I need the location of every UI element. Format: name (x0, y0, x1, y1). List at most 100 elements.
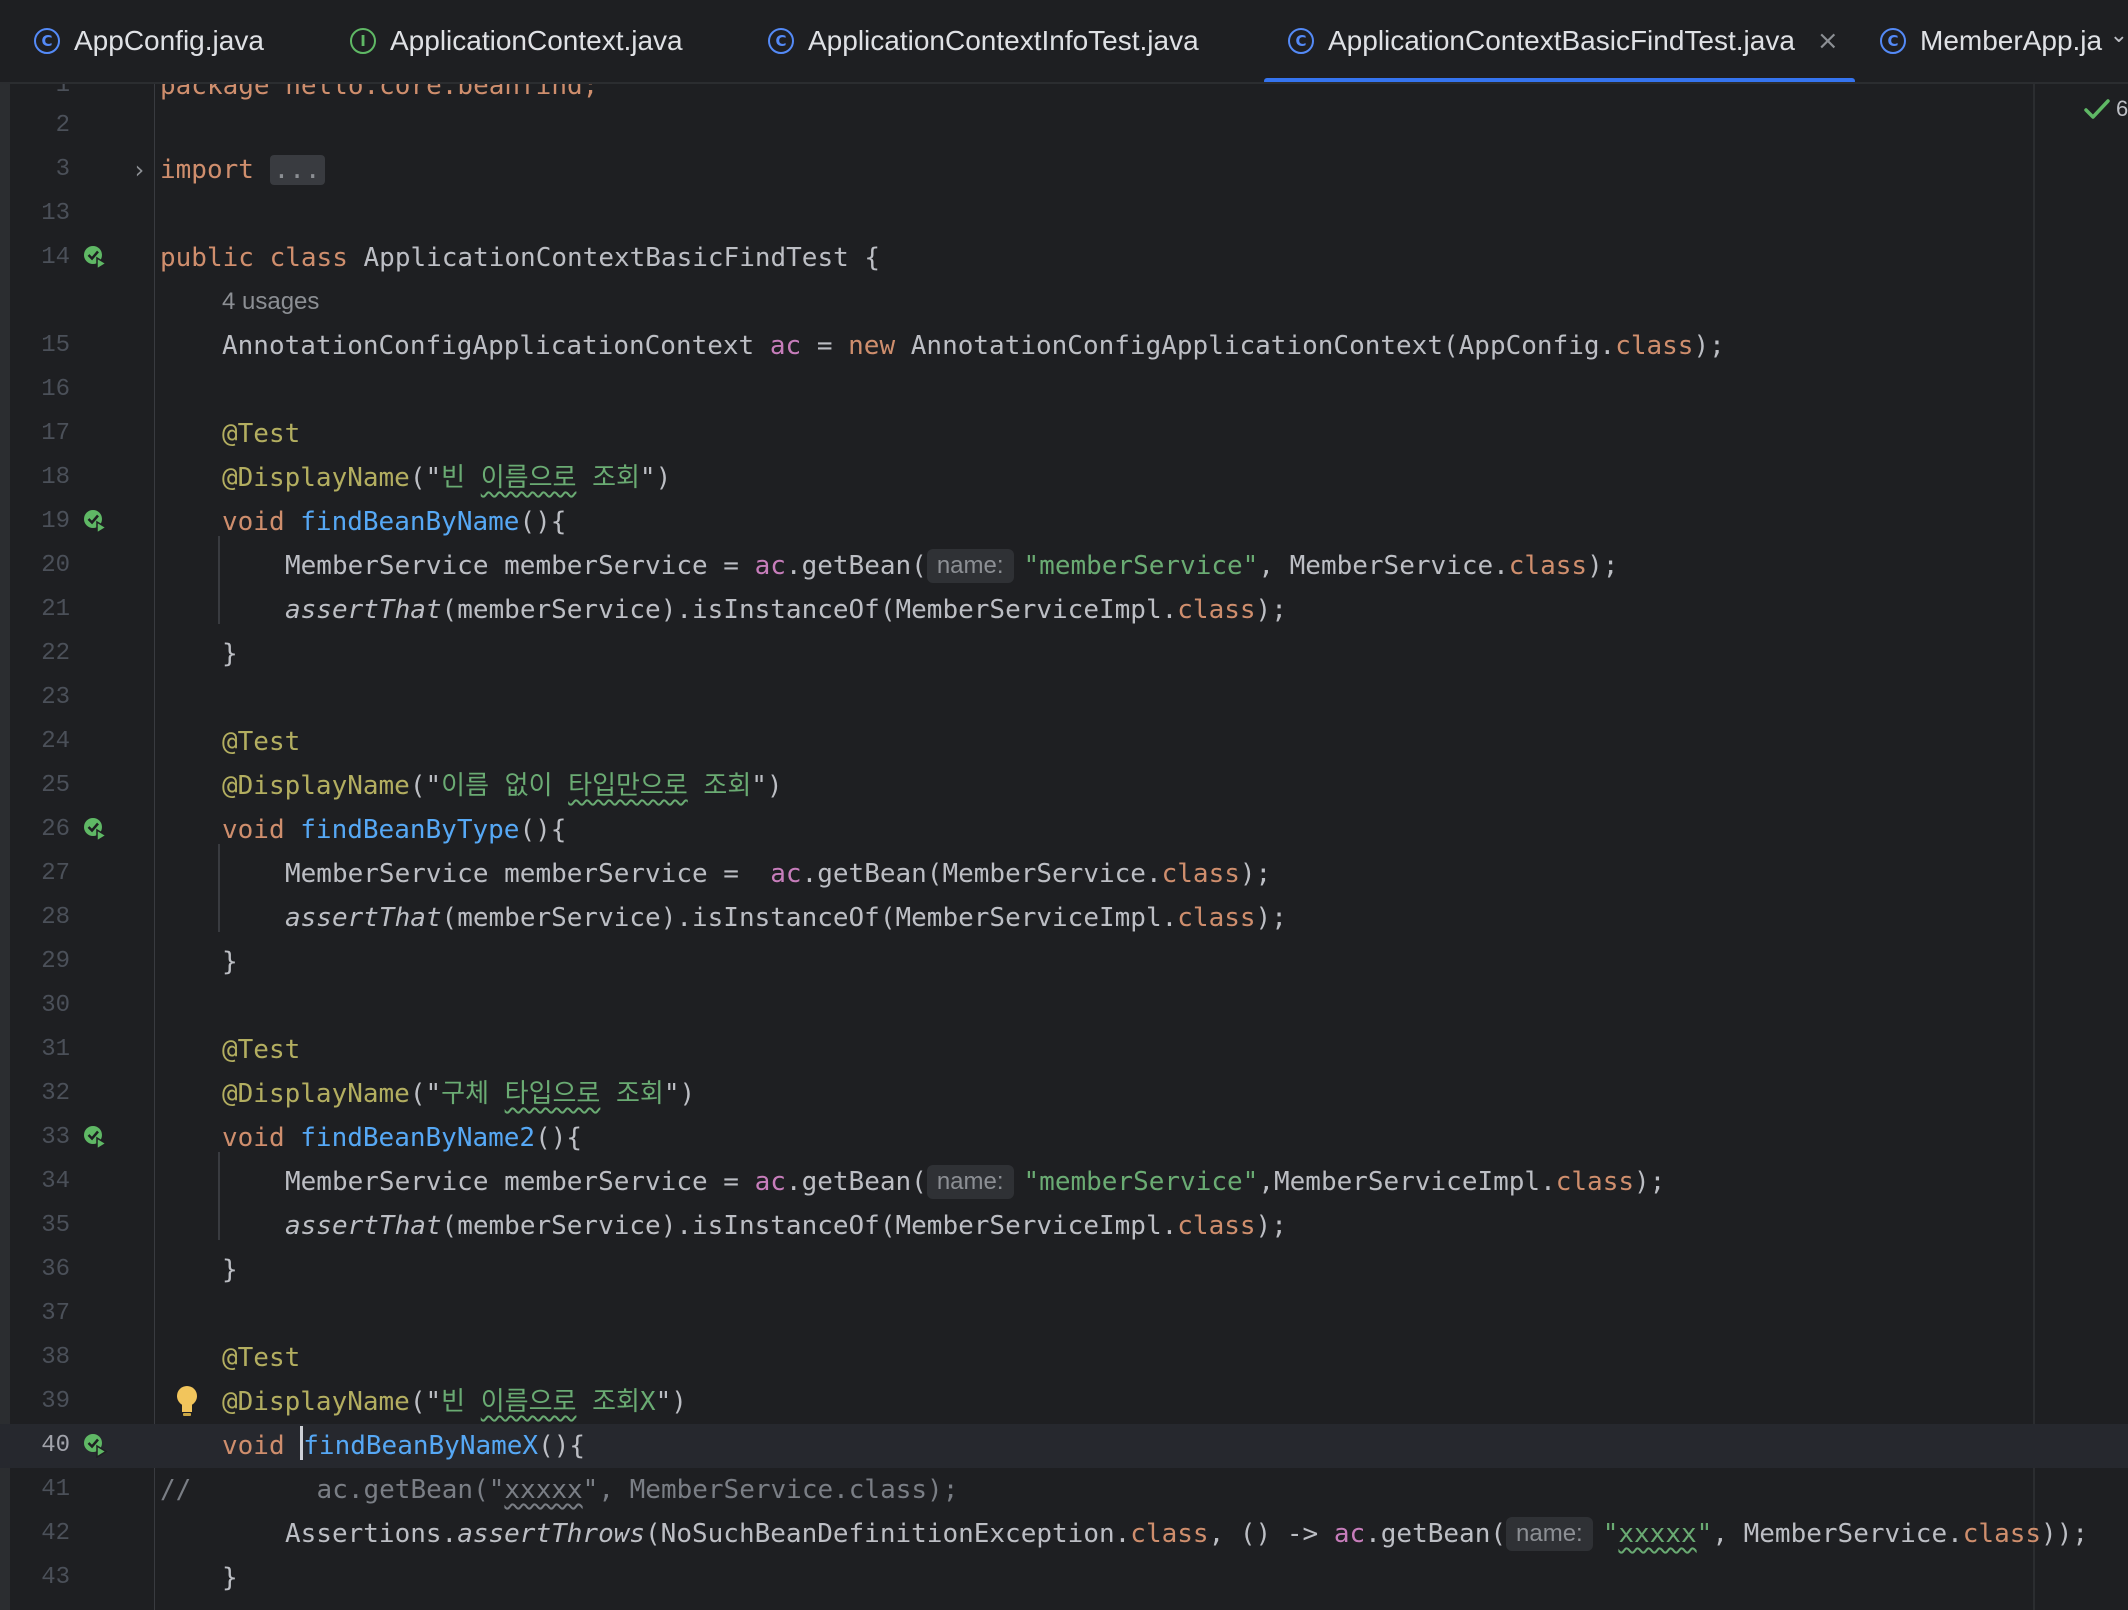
folded-imports[interactable]: ... (269, 155, 325, 185)
code-line[interactable]: 23 (0, 676, 2128, 720)
static-call: assertThat (285, 1211, 442, 1241)
string: 조회X (576, 1387, 656, 1417)
code-line[interactable]: 18 @DisplayName("빈 이름으로 조회") (0, 456, 2128, 500)
code-line[interactable]: 43 } (0, 1556, 2128, 1600)
code-line[interactable]: 30 (0, 984, 2128, 1028)
code-line[interactable]: 15 AnnotationConfigApplicationContext ac… (0, 324, 2128, 368)
code-line[interactable]: 28 assertThat(memberService).isInstanceO… (0, 896, 2128, 940)
code-line[interactable]: 27 MemberService memberService = ac.getB… (0, 852, 2128, 896)
test-annotation: @Test (222, 727, 301, 757)
code-line[interactable]: 38 @Test (0, 1336, 2128, 1380)
code-line[interactable]: 17 @Test (0, 412, 2128, 456)
field-ac: ac (1333, 1519, 1366, 1549)
run-test-icon[interactable] (82, 244, 108, 270)
string-typo: 타입으로 (504, 1079, 601, 1109)
run-test-icon[interactable] (82, 1432, 108, 1458)
static-call: assertThat (285, 903, 442, 933)
string: 빈 (441, 1387, 481, 1417)
code-line[interactable]: 24 @Test (0, 720, 2128, 764)
code-line[interactable]: 42 Assertions.assertThrows(NoSuchBeanDef… (0, 1512, 2128, 1556)
annotation: @DisplayName (222, 1079, 410, 1109)
editor-tab-bar: C AppConfig.java I ApplicationContext.ja… (0, 0, 2128, 84)
tab-applicationcontextbasicfindtest[interactable]: C ApplicationContextBasicFindTest.java × (1264, 0, 1855, 82)
code-line[interactable]: 35 assertThat(memberService).isInstanceO… (0, 1204, 2128, 1248)
code-line[interactable]: 2 (0, 104, 2128, 148)
code-line[interactable]: 25 @DisplayName("이름 없이 타입만으로 조회") (0, 764, 2128, 808)
code-line[interactable]: 14 public class ApplicationContextBasicF… (0, 236, 2128, 280)
class-name: ApplicationContextBasicFindTest (363, 243, 849, 273)
field-ac: ac (754, 1167, 786, 1197)
code-line[interactable]: 21 assertThat(memberService).isInstanceO… (0, 588, 2128, 632)
string: 조회 (576, 463, 640, 493)
code-line[interactable]: 29 } (0, 940, 2128, 984)
tab-appconfig[interactable]: C AppConfig.java (34, 0, 264, 82)
tab-applicationcontextinfotest[interactable]: C ApplicationContextInfoTest.java (768, 0, 1199, 82)
chevron-down-icon[interactable]: ⌄ (2110, 22, 2128, 48)
code-line[interactable]: 31 @Test (0, 1028, 2128, 1072)
code-line[interactable]: 32 @DisplayName("구체 타입으로 조회") (0, 1072, 2128, 1116)
code-line[interactable]: 19 void findBeanByName(){ (0, 500, 2128, 544)
line-number: 35 (41, 1212, 70, 1239)
class-icon: C (1288, 28, 1314, 54)
run-test-icon[interactable] (82, 508, 108, 534)
statement: MemberService memberService = ac.getBean… (285, 1160, 1665, 1204)
punct: (" (409, 463, 442, 493)
code-line[interactable]: 13 (0, 192, 2128, 236)
run-test-icon[interactable] (82, 1124, 108, 1150)
method-signature: void findBeanByType(){ (222, 808, 566, 852)
comment-typo: xxxxx (504, 1475, 583, 1505)
code-line[interactable]: 33 void findBeanByName2(){ (0, 1116, 2128, 1160)
line-number: 32 (41, 1080, 70, 1107)
tab-applicationcontext[interactable]: I ApplicationContext.java (350, 0, 683, 82)
statement: MemberService memberService = ac.getBean… (285, 852, 1271, 896)
close-brace: } (222, 1255, 238, 1285)
code-text: .getBean( (1365, 1519, 1507, 1549)
brace: { (848, 243, 881, 273)
usages-inlay[interactable]: 4 usages (0, 280, 2128, 324)
code-text: ,MemberServiceImpl. (1258, 1167, 1556, 1197)
lightbulb-icon[interactable] (174, 1384, 200, 1418)
line-number: 43 (41, 1564, 70, 1591)
class-keyword: class (1962, 1519, 2042, 1549)
class-keyword: class (1177, 595, 1256, 625)
fold-chevron-icon[interactable]: › (132, 148, 146, 192)
code-text: (NoSuchBeanDefinitionException. (645, 1519, 1131, 1549)
usages-hint[interactable]: 4 usages (222, 280, 319, 324)
string: " (1696, 1519, 1713, 1549)
punct: ); (1634, 1167, 1666, 1197)
code-line[interactable]: 41 // ac.getBean("xxxxx", MemberService.… (0, 1468, 2128, 1512)
code-line[interactable]: 34 MemberService memberService = ac.getB… (0, 1160, 2128, 1204)
line-number: 31 (41, 1036, 70, 1063)
tab-memberapp[interactable]: C MemberApp.ja (1880, 0, 2102, 82)
punct: ); (1255, 595, 1287, 625)
code-line[interactable]: 16 (0, 368, 2128, 412)
string: 빈 (441, 463, 481, 493)
code-line[interactable]: 37 (0, 1292, 2128, 1336)
code-editor[interactable]: 6 1 package hello.core.beanfind; 2 3 › i… (0, 84, 2128, 1610)
punct: (){ (535, 1123, 583, 1153)
static-call: assertThrows (457, 1519, 646, 1549)
statement: assertThat(memberService).isInstanceOf(M… (285, 588, 1287, 632)
punct: ") (655, 1387, 687, 1417)
code-text: MemberService memberService = (285, 859, 771, 889)
punct: (" (409, 1387, 442, 1417)
import-keyword: import (160, 155, 254, 185)
line-number: 2 (55, 112, 70, 139)
code-line[interactable]: 26 void findBeanByType(){ (0, 808, 2128, 852)
code-line[interactable]: 36 } (0, 1248, 2128, 1292)
code-line[interactable]: 20 MemberService memberService = ac.getB… (0, 544, 2128, 588)
current-code-line[interactable]: 40 void findBeanByNameX(){ (0, 1424, 2128, 1468)
method-name: findBeanByType (300, 815, 520, 845)
line-number: 33 (41, 1124, 70, 1151)
string: 조회 (687, 771, 752, 801)
code-line[interactable]: 22 } (0, 632, 2128, 676)
close-icon[interactable]: × (1817, 26, 1839, 56)
punct: )); (2041, 1519, 2089, 1549)
line-number: 36 (41, 1256, 70, 1283)
run-test-icon[interactable] (82, 816, 108, 842)
code-line[interactable]: 3 › import ... (0, 148, 2128, 192)
line-number: 42 (41, 1520, 70, 1547)
code-line[interactable]: 39 @DisplayName("빈 이름으로 조회X") (0, 1380, 2128, 1424)
line-number: 24 (41, 728, 70, 755)
line-number: 37 (41, 1300, 70, 1327)
